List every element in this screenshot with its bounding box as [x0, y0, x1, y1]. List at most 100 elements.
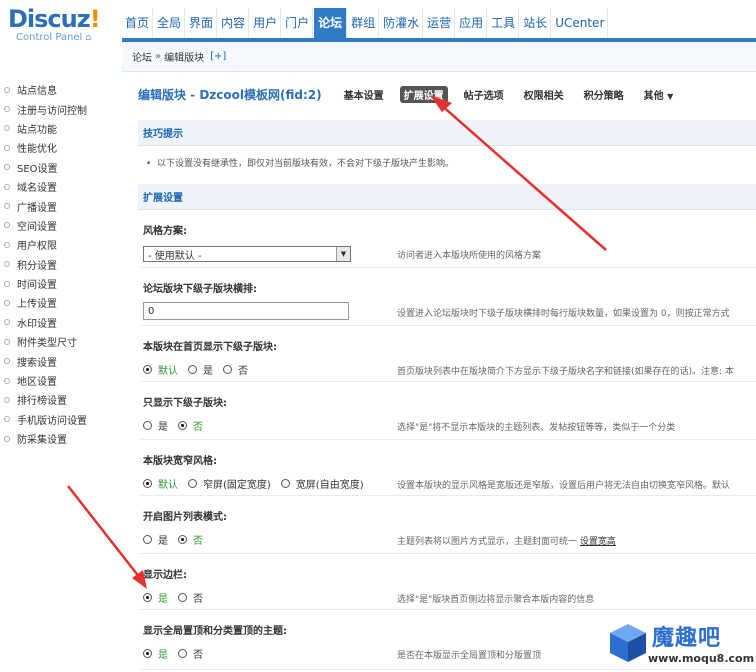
- logo-brand: Discuz: [8, 5, 91, 33]
- nav-item-10[interactable]: 应用: [456, 8, 488, 38]
- sidebar-item[interactable]: 站点信息: [0, 80, 120, 99]
- nav-item-0[interactable]: 首页: [122, 8, 154, 38]
- setting-row: 只显示下级子版块: 是否选择"是"将不显示本版块的主题列表、发帖按钮等等，类似于一…: [138, 382, 756, 440]
- sidebar-item-label: 域名设置: [17, 183, 57, 195]
- settings-tabs: 基本设置 扩展设置 帖子选项 权限相关 积分策略 其他 ▼: [340, 85, 690, 103]
- discuz-logo[interactable]: Discuz! Control Panel ⌂: [8, 6, 120, 46]
- sidebar-item[interactable]: 性能优化: [0, 138, 120, 157]
- sidebar-item[interactable]: SEO设置: [0, 158, 120, 177]
- logo-exclamation: !: [89, 5, 101, 33]
- setting-row: 显示边栏: 是否选择"是"版块首页侧边将显示聚合本版内容的信息: [138, 554, 756, 610]
- breadcrumb-root[interactable]: 论坛: [132, 49, 152, 64]
- radio-label: 是: [158, 536, 168, 547]
- radio-label: 是: [158, 422, 168, 433]
- bullet-icon: [4, 241, 10, 248]
- sidebar-item[interactable]: 空间设置: [0, 216, 120, 235]
- sidebar-item-label: 空间设置: [17, 221, 57, 233]
- nav-item-7[interactable]: 群组: [348, 8, 380, 38]
- sidebar-item[interactable]: 水印设置: [0, 313, 120, 332]
- radio-option[interactable]: 是: [143, 418, 168, 433]
- radio-option[interactable]: 是: [143, 532, 168, 547]
- tab-5[interactable]: 其他 ▼: [640, 86, 678, 103]
- nav-item-5[interactable]: 门户: [282, 8, 314, 38]
- radio-option[interactable]: 是: [143, 646, 168, 661]
- tab-label: 权限相关: [523, 90, 564, 102]
- sidebar-item-label: 防采集设置: [17, 435, 67, 447]
- sidebar-item[interactable]: 手机版访问设置: [0, 410, 120, 429]
- setting-description: 是否在本版显示全局置顶和分版置顶: [397, 648, 541, 661]
- breadcrumb: 论坛 » 编辑版块 [+]: [122, 42, 756, 72]
- sidebar-item[interactable]: 附件类型尺寸: [0, 332, 120, 351]
- sidebar-item[interactable]: 防采集设置: [0, 429, 120, 448]
- setting-description: 访问者进入本版块所使用的风格方案: [397, 248, 541, 261]
- tab-2[interactable]: 帖子选项: [460, 86, 508, 103]
- sidebar: 站点信息 注册与访问控制 站点功能 性能优化 SEO设置域名设置 广播设置空间设置用户权限…: [0, 80, 120, 448]
- setting-description: 设置进入论坛版块时下级子版块横排时每行版块数量，如果设置为 0，则按正常方式: [397, 306, 730, 319]
- radio-option[interactable]: 否: [178, 418, 203, 433]
- select-value: - 使用默认 -: [148, 250, 202, 262]
- radio-option[interactable]: 宽屏(自由宽度): [280, 476, 364, 491]
- nav-item-11[interactable]: 工具: [488, 8, 520, 38]
- sidebar-item[interactable]: 站点功能: [0, 119, 120, 138]
- sidebar-item[interactable]: 积分设置: [0, 255, 120, 274]
- radio-option[interactable]: 否: [178, 646, 203, 661]
- sidebar-item[interactable]: 排行榜设置: [0, 390, 120, 409]
- breadcrumb-current: 编辑版块: [164, 53, 205, 64]
- radio-circle-icon: [143, 535, 152, 544]
- setting-description: 选择"是"将不显示本版块的主题列表、发帖按钮等等，类似于一个分类: [397, 420, 675, 433]
- radio-option[interactable]: 是: [188, 362, 213, 377]
- header: Discuz! Control Panel ⌂ 首页 全局 界面 内容 用户 门户 论坛 群组…: [0, 0, 756, 43]
- nav-item-4[interactable]: 用户: [250, 8, 282, 38]
- radio-circle-icon: [188, 365, 197, 374]
- sidebar-item[interactable]: 上传设置: [0, 293, 120, 312]
- sidebar-item-label: 排行榜设置: [17, 396, 67, 408]
- radio-circle-icon: [223, 365, 232, 374]
- setting-row: 开启图片列表模式: 是否主题列表将以图片方式显示，主题封面可统一 设置宽高: [138, 496, 756, 554]
- sidebar-item[interactable]: 搜索设置: [0, 351, 120, 370]
- sidebar-item[interactable]: 用户权限: [0, 235, 120, 254]
- admin-control-panel: Discuz! Control Panel ⌂ 首页 全局 界面 内容 用户 门户 论坛 群组…: [0, 0, 756, 672]
- breadcrumb-add-button[interactable]: [+]: [210, 51, 226, 62]
- set-size-link[interactable]: 设置宽高: [580, 537, 616, 547]
- radio-option[interactable]: 否: [178, 532, 203, 547]
- style-select[interactable]: - 使用默认 - ▼: [143, 246, 351, 262]
- sidebar-item[interactable]: 注册与访问控制: [0, 99, 120, 118]
- sidebar-item-label: 手机版访问设置: [17, 415, 87, 427]
- setting-control: - 使用默认 - ▼: [143, 246, 351, 262]
- setting-row: 论坛版块下级子版块横排: 0 设置进入论坛版块时下级子版块横排时每行版块数量，如果设…: [138, 268, 756, 326]
- nav-item-2[interactable]: 界面: [186, 8, 218, 38]
- nav-item-3[interactable]: 内容: [218, 8, 250, 38]
- nav-item-9[interactable]: 运营: [424, 8, 456, 38]
- tab-4[interactable]: 积分策略: [580, 86, 628, 103]
- tab-1[interactable]: 扩展设置: [399, 85, 448, 103]
- sidebar-item[interactable]: 时间设置: [0, 274, 120, 293]
- radio-option[interactable]: 默认: [143, 476, 178, 491]
- setting-label: 显示边栏:: [143, 570, 187, 581]
- radio-option[interactable]: 窄屏(固定宽度): [188, 476, 271, 491]
- setting-row: 风格方案: - 使用默认 - ▼ 访问者进入本版块所使用的风格方案: [138, 210, 756, 268]
- radio-option[interactable]: 默认: [143, 362, 178, 377]
- nav-item-8[interactable]: 防灌水: [380, 8, 424, 38]
- radio-circle-icon: [143, 365, 152, 374]
- bullet-icon: [4, 396, 10, 403]
- sidebar-item[interactable]: 广播设置: [0, 196, 120, 215]
- columns-input[interactable]: 0: [143, 302, 349, 320]
- watermark-name: 魔趣吧: [652, 626, 722, 651]
- nav-item-1[interactable]: 全局: [154, 8, 186, 38]
- radio-label: 否: [193, 422, 203, 433]
- sidebar-item[interactable]: 地区设置: [0, 371, 120, 390]
- radio-option[interactable]: 否: [223, 362, 248, 377]
- sidebar-item[interactable]: 域名设置: [0, 177, 120, 196]
- setting-control: 默认 是 否: [143, 362, 258, 377]
- radio-option[interactable]: 是: [143, 590, 168, 605]
- nav-item-12[interactable]: 站长: [520, 8, 552, 38]
- breadcrumb-separator: »: [155, 51, 162, 62]
- nav-item-13[interactable]: UCenter: [552, 8, 609, 38]
- radio-option[interactable]: 否: [178, 590, 203, 605]
- tab-0[interactable]: 基本设置: [340, 86, 388, 103]
- sidebar-item-label: 站点信息: [17, 86, 57, 98]
- bullet-icon: [4, 144, 10, 151]
- radio-circle-icon: [143, 421, 152, 430]
- nav-item-6[interactable]: 论坛: [314, 8, 348, 38]
- tab-3[interactable]: 权限相关: [520, 86, 568, 103]
